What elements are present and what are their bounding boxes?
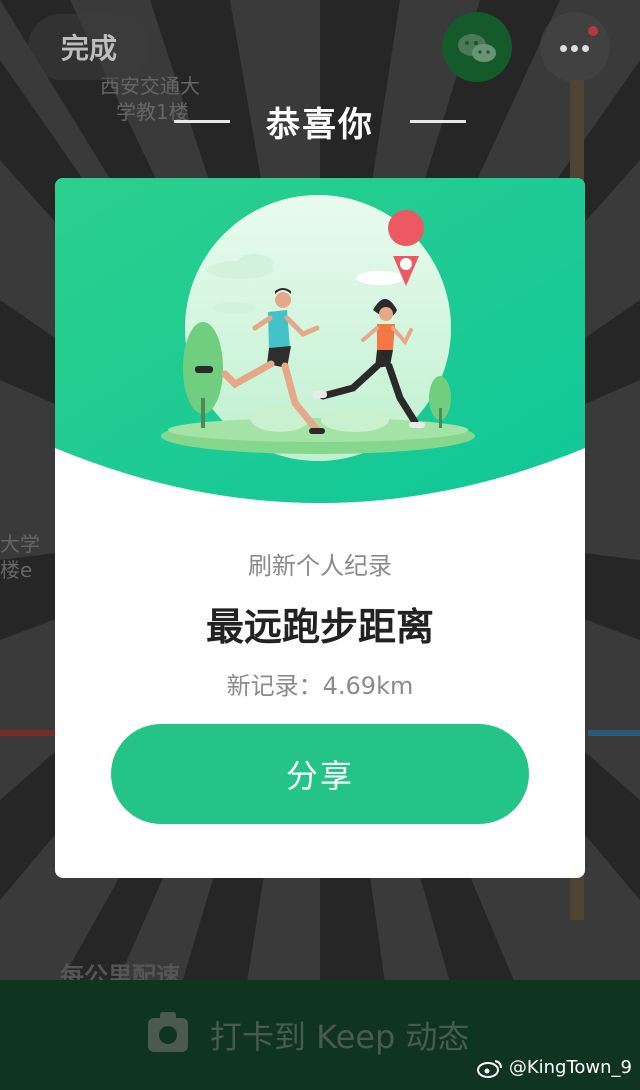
wechat-share-button[interactable] [442,12,512,82]
done-button[interactable]: 完成 [28,14,150,80]
map-label: 楼e [0,558,33,582]
new-record-text: 新记录：4.69km [226,672,414,700]
share-button[interactable]: 分享 [111,724,529,824]
more-dot-icon [571,45,578,52]
watermark-text: @KingTown_9 [508,1057,632,1078]
running-illustration [55,178,585,503]
card-subtitle: 刷新个人纪录 [248,552,392,580]
divider [174,119,230,123]
camera-icon [148,1012,188,1052]
achievement-card: 刷新个人纪录 最远跑步距离 新记录：4.69km 分享 [55,178,585,878]
card-title: 最远跑步距离 [205,605,434,649]
notification-dot [588,26,598,36]
congrats-title: 恭喜你 [266,104,374,145]
more-dot-icon [560,45,567,52]
watermark: @KingTown_9 [476,1057,632,1078]
congrats-header: 恭喜你 [0,96,640,146]
more-dot-icon [582,45,589,52]
wechat-icon [458,34,496,62]
checkin-label: 打卡到 Keep 动态 [210,1018,470,1056]
weibo-icon [476,1059,502,1078]
map-label: 大学 [0,532,40,556]
divider [410,119,466,123]
more-button[interactable] [540,12,610,82]
